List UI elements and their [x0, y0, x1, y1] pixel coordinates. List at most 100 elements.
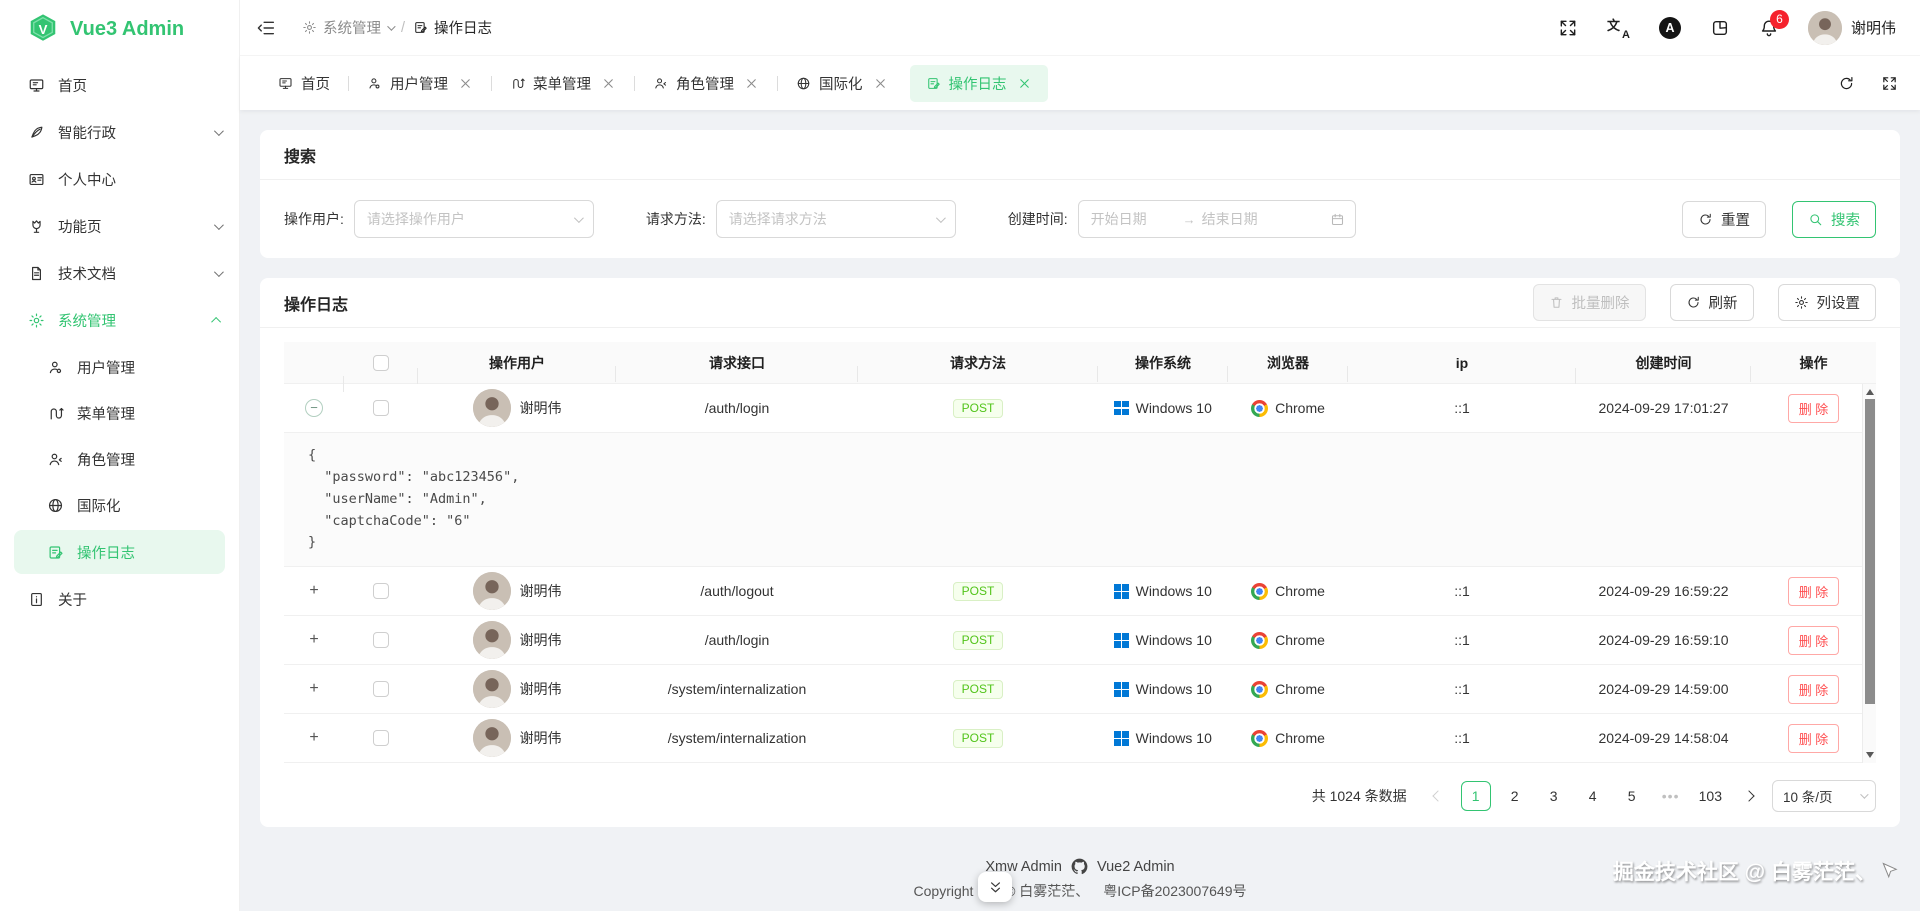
next-page-button[interactable] [1735, 782, 1763, 810]
page-2[interactable]: 2 [1500, 781, 1530, 811]
prev-page-button[interactable] [1424, 782, 1452, 810]
column-settings-button[interactable]: 列设置 [1777, 284, 1876, 321]
tab-label: 操作日志 [948, 76, 1007, 93]
sidebar-item-operation-log[interactable]: 操作日志 [14, 530, 225, 574]
row-checkbox[interactable] [373, 583, 389, 600]
close-icon[interactable] [873, 76, 888, 91]
tab-menu-manage[interactable]: 菜单管理 [498, 65, 628, 102]
collapse-row-button[interactable]: − [305, 399, 323, 417]
scrollbar-thumb[interactable] [1864, 399, 1875, 704]
scroll-down-indicator[interactable] [978, 872, 1012, 902]
flower-icon [28, 218, 45, 235]
row-checkbox[interactable] [373, 632, 389, 649]
table-row: − 谢明伟 /auth/login POST Windows 10 Chrome… [284, 384, 1876, 433]
sidebar-item-i18n[interactable]: 国际化 [0, 482, 239, 528]
sidebar-item-user-manage[interactable]: 用户管理 [0, 344, 239, 390]
expand-row-button[interactable]: + [309, 729, 318, 747]
delete-button[interactable]: 删 除 [1787, 674, 1840, 704]
action-cell: 删 除 [1751, 393, 1876, 423]
sidebar-collapse-button[interactable] [256, 18, 276, 38]
user-menu[interactable]: 谢明伟 [1807, 10, 1896, 45]
close-icon[interactable] [744, 76, 759, 91]
page-size-select[interactable]: 10 条/页 [1772, 780, 1876, 813]
tab-role-manage[interactable]: 角色管理 [641, 65, 771, 102]
ip-cell: ::1 [1454, 583, 1470, 600]
sidebar-item-home[interactable]: 首页 [0, 62, 239, 109]
page-3[interactable]: 3 [1539, 781, 1569, 811]
icp-link[interactable]: 粤ICP备2023007649号 [1103, 881, 1246, 901]
font-size-button[interactable] [1658, 16, 1681, 39]
request-method-input[interactable] [728, 211, 927, 227]
sidebar-item-menu-manage[interactable]: 菜单管理 [0, 390, 239, 436]
page-4[interactable]: 4 [1578, 781, 1608, 811]
footer-link-vue2-admin[interactable]: Vue2 Admin [1097, 859, 1175, 875]
request-method-select[interactable] [715, 200, 956, 238]
sidebar-item-tech-docs[interactable]: 技术文档 [0, 250, 239, 297]
user-name: 谢明伟 [519, 632, 562, 649]
page-1[interactable]: 1 [1460, 781, 1491, 812]
search-button[interactable]: 搜索 [1792, 200, 1876, 238]
app-logo[interactable]: V Vue3 Admin [0, 0, 239, 58]
delete-button[interactable]: 删 除 [1787, 393, 1840, 423]
page-103[interactable]: 103 [1695, 781, 1726, 811]
date-range-picker[interactable]: → [1077, 200, 1356, 238]
method-badge: POST [952, 679, 1004, 699]
user-name: 谢明伟 [519, 681, 562, 698]
sidebar-item-system-manage[interactable]: 系统管理 [0, 297, 239, 344]
maximize-content-button[interactable] [1881, 75, 1898, 92]
close-icon[interactable] [458, 76, 473, 91]
tab-i18n[interactable]: 国际化 [784, 65, 900, 102]
browser-cell: Chrome [1228, 631, 1348, 649]
globe-icon [47, 497, 64, 514]
log-card-header: 操作日志 批量删除 刷新 列设置 [260, 278, 1900, 328]
expand-row-button[interactable]: + [309, 680, 318, 698]
document-icon [28, 265, 45, 282]
page-5[interactable]: 5 [1617, 781, 1647, 811]
notification-button[interactable]: 6 [1759, 9, 1789, 38]
date-start-input[interactable] [1090, 211, 1177, 227]
delete-button[interactable]: 删 除 [1787, 625, 1840, 655]
scrollbar-up-arrow[interactable] [1865, 389, 1874, 395]
select-all-checkbox[interactable] [373, 354, 389, 371]
operate-user-input[interactable] [366, 211, 565, 227]
log-icon [413, 20, 428, 35]
windows-icon [1114, 731, 1129, 746]
close-icon[interactable] [601, 76, 616, 91]
tab-operation-log[interactable]: 操作日志 [909, 64, 1048, 102]
os-cell: Windows 10 [1098, 632, 1228, 648]
created-cell: 2024-09-29 17:01:27 [1598, 400, 1729, 416]
expand-row-button[interactable]: + [309, 631, 318, 649]
reset-button[interactable]: 重置 [1682, 200, 1766, 238]
close-icon[interactable] [1017, 76, 1032, 91]
row-checkbox[interactable] [373, 681, 389, 698]
date-end-input[interactable] [1201, 211, 1288, 227]
menu-fold-icon [256, 18, 276, 38]
sidebar-item-about[interactable]: 关于 [0, 576, 239, 623]
tab-home[interactable]: 首页 [266, 65, 342, 102]
sidebar-item-feature-pages[interactable]: 功能页 [0, 203, 239, 250]
action-cell: 删 除 [1751, 674, 1876, 704]
fullscreen-button[interactable] [1558, 18, 1578, 38]
theme-skin-button[interactable] [1710, 18, 1730, 38]
page-content: 搜索 操作用户: 请求方法: [240, 110, 1920, 911]
tab-user-manage[interactable]: 用户管理 [355, 65, 485, 102]
batch-delete-button[interactable]: 批量删除 [1532, 284, 1646, 321]
refresh-button[interactable]: 刷新 [1669, 284, 1754, 321]
language-switch-button[interactable] [1607, 15, 1630, 41]
delete-button[interactable]: 删 除 [1787, 723, 1840, 753]
sidebar-item-personal-center[interactable]: 个人中心 [0, 156, 239, 203]
page-ellipsis[interactable]: ••• [1656, 781, 1686, 811]
breadcrumb-parent[interactable]: 系统管理 [302, 17, 396, 38]
operate-user-select[interactable] [353, 200, 594, 238]
id-card-icon [28, 171, 45, 188]
row-checkbox[interactable] [373, 400, 389, 416]
sidebar-item-role-manage[interactable]: 角色管理 [0, 436, 239, 482]
scrollbar-down-arrow[interactable] [1865, 752, 1874, 759]
refresh-tab-button[interactable] [1838, 75, 1855, 92]
created-cell: 2024-09-29 16:59:22 [1598, 583, 1729, 600]
delete-button[interactable]: 删 除 [1787, 576, 1840, 606]
row-checkbox[interactable] [373, 730, 389, 747]
expand-row-button[interactable]: + [309, 582, 318, 600]
sidebar-item-smart-admin[interactable]: 智能行政 [0, 109, 239, 156]
navbar-actions: 6 谢明伟 [1558, 9, 1896, 45]
